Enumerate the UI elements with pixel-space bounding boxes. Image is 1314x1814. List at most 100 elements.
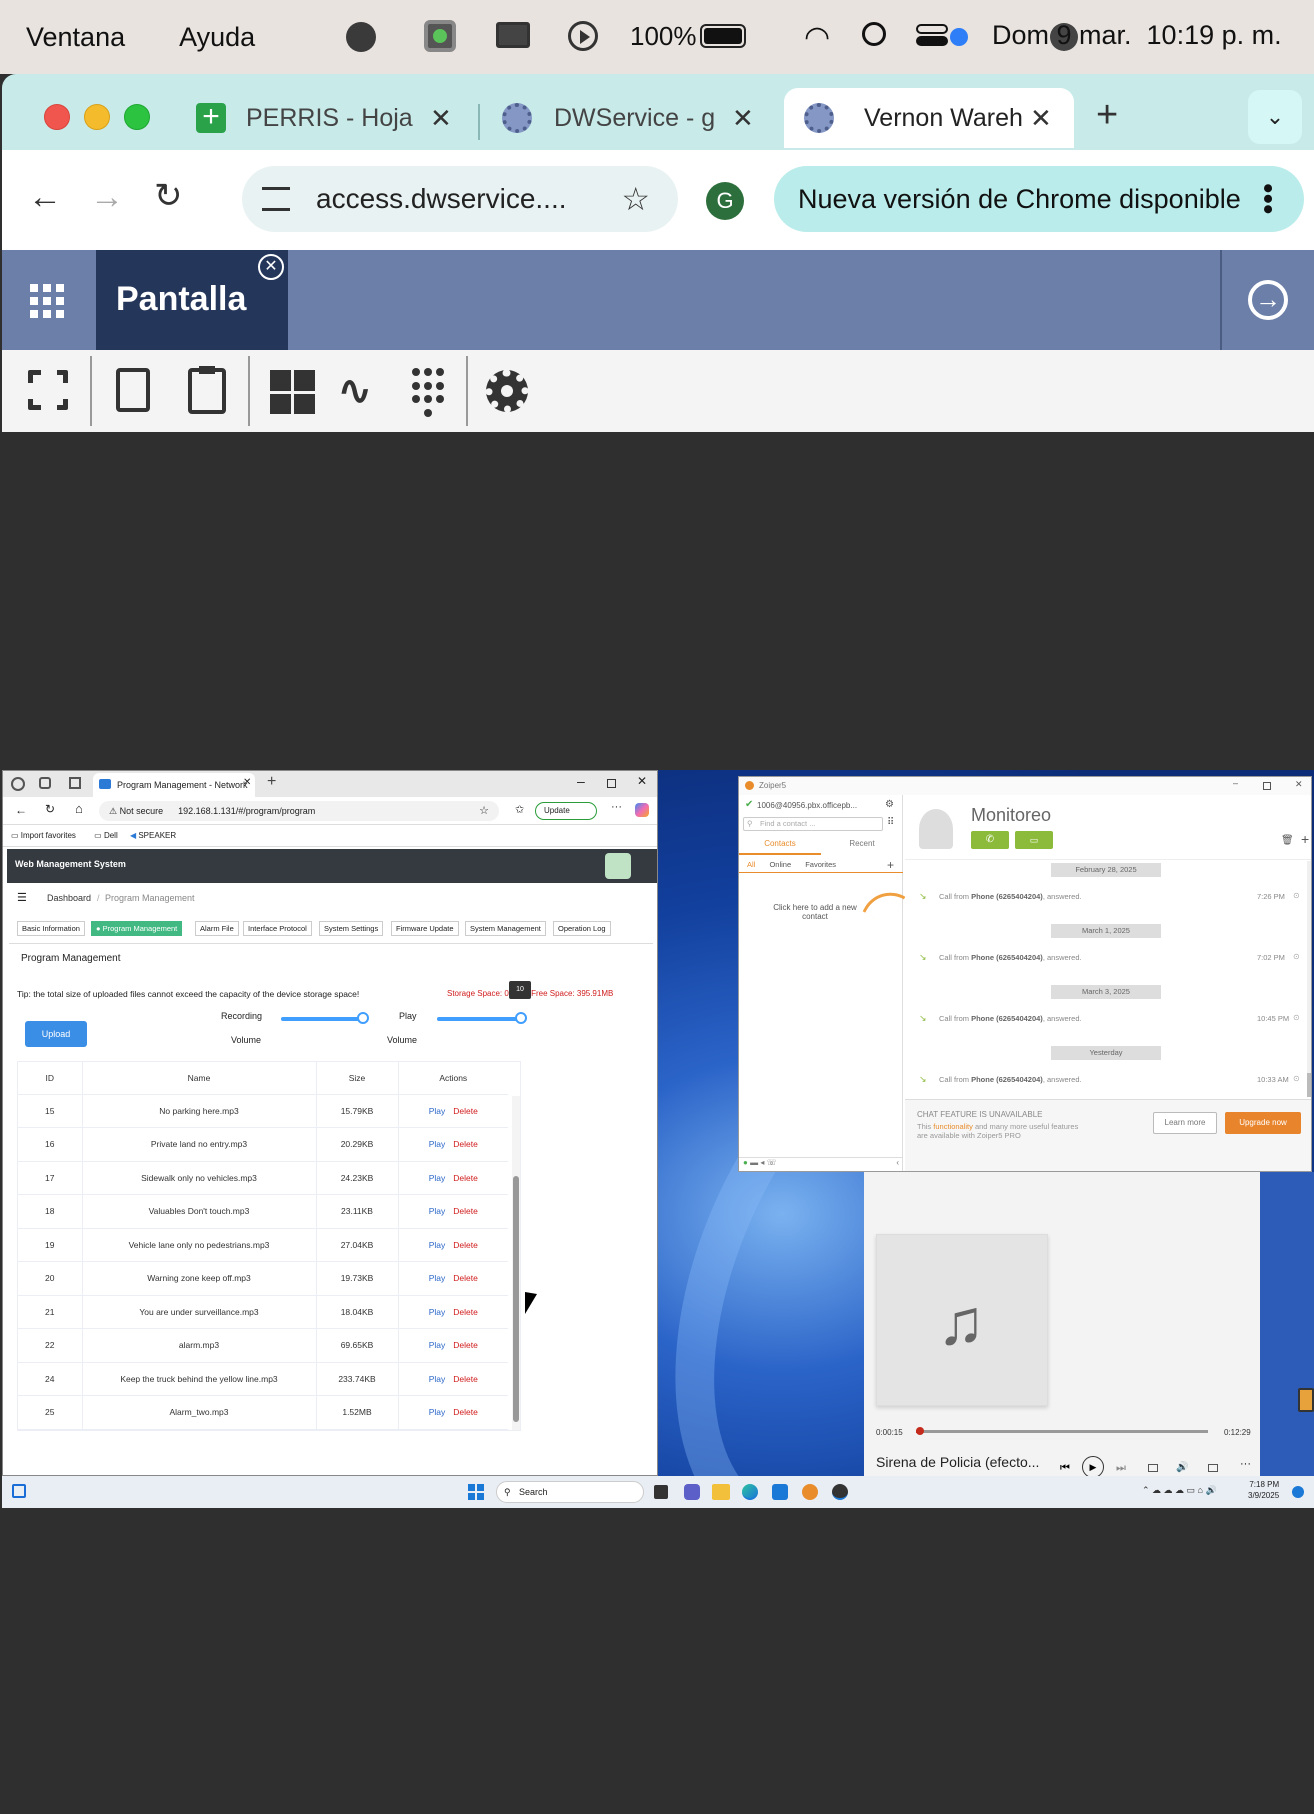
edge-update-button[interactable]: Update [535, 802, 597, 820]
filter-all[interactable]: All [747, 860, 755, 869]
video-call-button[interactable]: ▭ [1015, 831, 1053, 849]
battery-icon[interactable] [700, 24, 746, 48]
apps-grid-icon[interactable] [30, 284, 64, 318]
delete-action[interactable]: Delete [453, 1173, 478, 1183]
speaker-icon[interactable]: ◂ [760, 1158, 764, 1167]
close-window-button[interactable] [44, 104, 70, 130]
windows-keys-icon[interactable] [270, 370, 316, 414]
delete-action[interactable]: Delete [453, 1240, 478, 1250]
seek-bar[interactable] [915, 1427, 1208, 1435]
call-button[interactable]: ✆ [971, 831, 1009, 849]
play-action[interactable]: Play [429, 1407, 446, 1417]
menu-ventana[interactable]: Ventana [26, 22, 125, 53]
user-avatar[interactable] [605, 853, 631, 879]
tab-basic-information[interactable]: Basic Information [17, 921, 85, 936]
play-action[interactable]: Play [429, 1340, 446, 1350]
delete-action[interactable]: Delete [453, 1273, 478, 1283]
call-description[interactable]: Call from Phone (6265404204), answered. [939, 892, 1082, 901]
add-contact-hint[interactable]: Click here to add a new contact [773, 903, 857, 921]
status-gear-icon[interactable] [424, 20, 456, 52]
more-dots-icon[interactable]: ··· [611, 801, 622, 813]
close-tab-icon[interactable]: ✕ [732, 103, 754, 134]
url-text[interactable]: access.dwservice.... [316, 183, 567, 215]
tab-interface-protocol[interactable]: Interface Protocol [243, 921, 312, 936]
play-pause-button[interactable]: ▶ [1082, 1456, 1104, 1476]
col-id[interactable]: ID [18, 1062, 83, 1094]
edge-icon[interactable] [742, 1484, 758, 1500]
table-scrollbar[interactable] [512, 1096, 520, 1430]
media-player-task-icon[interactable] [832, 1484, 848, 1500]
info-icon[interactable]: ⊙ [1293, 1013, 1300, 1022]
play-action[interactable]: Play [429, 1206, 446, 1216]
recording-slider-knob[interactable] [356, 1012, 369, 1024]
call-description[interactable]: Call from Phone (6265404204), answered. [939, 1014, 1082, 1023]
copy-icon[interactable] [116, 368, 150, 412]
tab-system-settings[interactable]: System Settings [319, 921, 384, 936]
edge-active-tab[interactable]: Program Management - Network [93, 773, 255, 797]
system-tray[interactable]: ⌃ ☁ ☁ ☁ ▭ ⌂ 🔊 [1142, 1485, 1217, 1496]
scrollbar-thumb[interactable] [513, 1176, 519, 1422]
history-scrollbar[interactable] [1307, 861, 1311, 1097]
delete-action[interactable]: Delete [453, 1374, 478, 1384]
recording-volume-slider[interactable] [281, 1012, 369, 1024]
menubar-datetime[interactable]: Dom 9 mar. 10:19 p. m. [992, 20, 1282, 51]
edge-omnibox[interactable]: ⚠ Not secure 192.168.1.131/#/program/pro… [99, 801, 499, 821]
upgrade-now-button[interactable]: Upgrade now [1225, 1112, 1301, 1134]
widgets-icon[interactable] [12, 1484, 26, 1498]
status-ok-icon[interactable]: ● [743, 1158, 748, 1167]
reload-button[interactable]: ↻ [154, 176, 183, 216]
play-action[interactable]: Play [429, 1240, 446, 1250]
info-icon[interactable]: ⊙ [1293, 952, 1300, 961]
fullscreen-icon[interactable] [1208, 1464, 1218, 1472]
zoiper-minimize[interactable]: – [1233, 778, 1238, 788]
volume-icon[interactable]: 🔊 [1176, 1462, 1188, 1473]
filter-online[interactable]: Online [769, 860, 791, 869]
tray-app-icon[interactable] [1298, 1388, 1314, 1412]
favorite-star-icon[interactable]: ☆ [479, 801, 489, 821]
add-icon[interactable]: + [1301, 831, 1309, 847]
chrome-update-button[interactable]: Nueva versión de Chrome disponible ••• [774, 166, 1304, 232]
edge-minimize[interactable]: – [577, 773, 585, 789]
tab-perris[interactable]: + PERRIS - Hoja ✕ [196, 88, 462, 148]
account-settings-icon[interactable]: ⚙ [885, 799, 894, 810]
tab-operation-log[interactable]: Operation Log [553, 921, 611, 936]
back-icon[interactable]: ← [15, 803, 27, 817]
close-circle-icon[interactable]: ✕ [258, 254, 284, 280]
tab-contacts[interactable]: Contacts [739, 839, 821, 855]
bookmark-star-icon[interactable]: ☆ [621, 180, 650, 218]
play-volume-slider[interactable] [437, 1012, 527, 1024]
play-slider-knob[interactable] [515, 1012, 527, 1024]
messages-icon[interactable]: ▬ [750, 1158, 758, 1167]
notification-badge[interactable] [1292, 1486, 1304, 1498]
fav-speaker[interactable]: ◀ SPEAKER [130, 831, 176, 840]
zoiper-task-icon[interactable] [802, 1484, 818, 1500]
more-menu-icon[interactable]: ••• [1251, 183, 1284, 215]
reload-icon[interactable]: ↻ [45, 802, 55, 816]
menu-ayuda[interactable]: Ayuda [179, 22, 255, 53]
previous-icon[interactable]: ⏮ [1060, 1462, 1070, 1475]
tab-recent[interactable]: Recent [821, 839, 903, 855]
fav-import[interactable]: ▭ Import favorites [11, 831, 76, 840]
edge-new-tab[interactable]: + [267, 773, 276, 791]
play-circle-icon[interactable] [568, 21, 598, 51]
info-icon[interactable]: ⊙ [1293, 891, 1300, 900]
start-button[interactable] [468, 1484, 484, 1500]
call-description[interactable]: Call from Phone (6265404204), answered. [939, 1075, 1082, 1084]
more-options-icon[interactable]: ··· [1240, 1458, 1251, 1470]
play-action[interactable]: Play [429, 1139, 446, 1149]
play-action[interactable]: Play [429, 1307, 446, 1317]
taskbar-clock[interactable]: 7:18 PM 3/9/2025 [1248, 1479, 1279, 1501]
edge-close-tab-icon[interactable]: ✕ [243, 777, 251, 788]
seek-knob[interactable] [915, 1427, 924, 1435]
delete-action[interactable]: Delete [453, 1340, 478, 1350]
delete-action[interactable]: Delete [453, 1206, 478, 1216]
play-action[interactable]: Play [429, 1374, 446, 1384]
trash-icon[interactable]: 🗑 [1281, 835, 1294, 846]
pantalla-tab[interactable]: Pantalla ✕ [96, 250, 288, 350]
play-action[interactable]: Play [429, 1273, 446, 1283]
upload-button[interactable]: Upload [25, 1021, 87, 1047]
filter-favorites[interactable]: Favorites [805, 860, 836, 869]
tab-system-management[interactable]: System Management [465, 921, 546, 936]
back-button[interactable]: ← [28, 178, 62, 217]
collapse-icon[interactable]: ‹ [896, 1158, 899, 1167]
